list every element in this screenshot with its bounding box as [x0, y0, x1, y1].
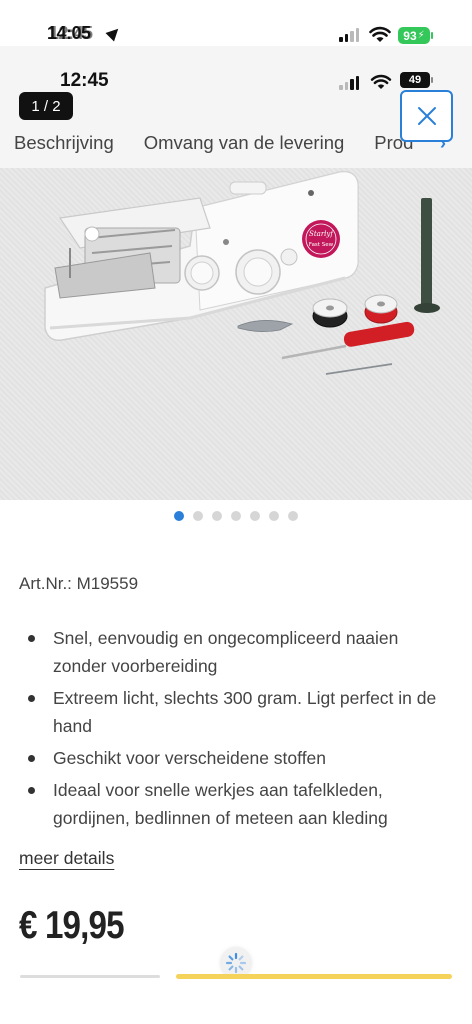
gallery-pagination: [174, 511, 298, 521]
pagination-dot[interactable]: [193, 511, 203, 521]
svg-text:Fast Sew: Fast Sew: [309, 242, 334, 248]
outer-status-bar: 12:45 14:05 93 ⚡: [0, 0, 472, 46]
pagination-dot-active[interactable]: [174, 511, 184, 521]
feature-item: Geschikt voor verscheidene stoffen: [26, 744, 456, 772]
pagination-dot[interactable]: [288, 511, 298, 521]
feature-item: Snel, eenvoudig en ongecompliceerd naaie…: [26, 624, 456, 680]
signal-icon: [339, 76, 359, 90]
battery-level: 93: [403, 28, 417, 43]
status-time: 14:05: [47, 23, 91, 43]
badge-text: Starlyf: [309, 230, 334, 238]
article-number: Art.Nr.: M19559: [19, 574, 139, 593]
wifi-icon: [369, 26, 391, 42]
image-counter: 1 / 2: [19, 92, 73, 120]
pagination-dot[interactable]: [212, 511, 222, 521]
feature-item: Ideaal voor snelle werkjes aan tafelkled…: [26, 776, 456, 832]
battery-icon: 93 ⚡: [398, 27, 433, 44]
feature-list: Snel, eenvoudig en ongecompliceerd naaie…: [26, 624, 456, 836]
location-arrow-icon: [105, 24, 123, 42]
inner-status-time: 12:45: [60, 70, 109, 91]
signal-icon: [339, 28, 359, 42]
pagination-dot[interactable]: [250, 511, 260, 521]
pagination-dot[interactable]: [231, 511, 241, 521]
sewing-machine-illustration: Starlyf Fast Sew: [44, 171, 440, 375]
secondary-button-partial[interactable]: [20, 975, 160, 978]
feature-item: Extreem licht, slechts 300 gram. Ligt pe…: [26, 684, 456, 740]
tab-omvang-levering[interactable]: Omvang van de levering: [144, 132, 345, 154]
tab-beschrijving[interactable]: Beschrijving: [14, 132, 114, 154]
inner-battery-level: 49: [408, 74, 422, 86]
product-image[interactable]: Starlyf Fast Sew: [0, 168, 472, 500]
close-icon: [417, 107, 436, 125]
close-button[interactable]: [400, 90, 453, 142]
battery-icon: 49: [400, 72, 433, 88]
pagination-dot[interactable]: [269, 511, 279, 521]
wifi-icon: [370, 74, 392, 90]
bottom-area: [0, 979, 472, 1024]
more-details-link[interactable]: meer details: [19, 848, 114, 869]
product-price: € 19,95: [19, 904, 125, 947]
